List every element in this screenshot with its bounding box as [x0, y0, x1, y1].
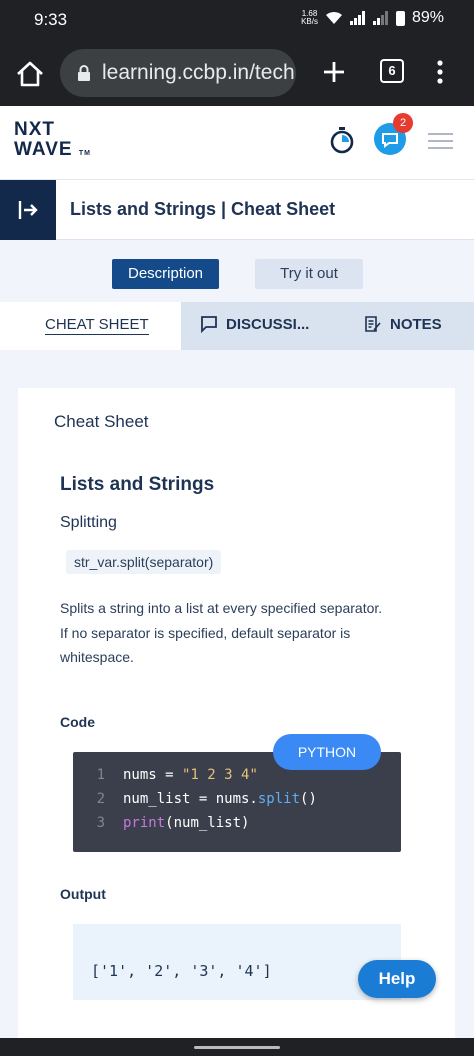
comment-icon [201, 316, 217, 333]
tab-discussions[interactable]: DISCUSSI... [200, 315, 309, 333]
code-text: print(num_list) [123, 815, 250, 831]
page-title-bar: Lists and Strings | Cheat Sheet [0, 180, 474, 240]
section-title: Lists and Strings [60, 474, 215, 495]
try-it-out-tab[interactable]: Try it out [255, 259, 363, 289]
code-line: 1 nums = "1 2 3 4" [73, 767, 401, 791]
status-bar: 9:33 1.68 KB/s 89% [0, 0, 474, 42]
stopwatch-icon[interactable] [329, 126, 355, 154]
description-text: Splits a string into a list at every spe… [60, 600, 383, 665]
code-text: num_list = nums.split() [123, 791, 317, 807]
hamburger-menu-icon[interactable] [428, 133, 453, 149]
signal-icon [349, 11, 365, 25]
notes-icon [365, 316, 381, 332]
network-speed: 1.68 KB/s [301, 9, 318, 26]
expand-sidebar-icon [18, 201, 38, 219]
battery-level: 89% [411, 9, 444, 26]
code-line: 3 print(num_list) [73, 815, 401, 839]
app-header: NXT WAVE TM 2 [0, 106, 474, 180]
sidebar-toggle-button[interactable] [0, 180, 56, 240]
gesture-handle[interactable] [194, 1046, 280, 1049]
code-label: Code [60, 714, 95, 730]
content-tabs: CHEAT SHEET DISCUSSI... NOTES [0, 302, 474, 350]
notification-badge: 2 [393, 113, 413, 133]
tab-switcher-button[interactable]: 6 [380, 59, 404, 83]
page-title: Lists and Strings | Cheat Sheet [70, 199, 336, 219]
code-text: nums = "1 2 3 4" [123, 767, 258, 783]
line-number: 1 [96, 767, 105, 783]
code-line: 2 num_list = nums.split() [73, 791, 401, 815]
home-icon[interactable] [14, 58, 46, 90]
address-bar[interactable]: learning.ccbp.in/tech [60, 49, 296, 97]
lock-icon [78, 65, 90, 81]
language-badge: PYTHON [273, 734, 381, 770]
tab-cheat-sheet[interactable]: CHEAT SHEET [0, 302, 181, 350]
tab-notes[interactable]: NOTES [364, 315, 442, 333]
description-tab[interactable]: Description [112, 259, 219, 289]
browser-toolbar: learning.ccbp.in/tech 6 [0, 42, 474, 106]
url-text: learning.ccbp.in/tech [102, 61, 295, 84]
system-nav-bar [0, 1038, 474, 1056]
cheat-sheet-heading: Cheat Sheet [54, 412, 149, 431]
new-tab-icon[interactable] [318, 56, 350, 88]
wifi-icon [325, 11, 342, 24]
line-number: 2 [96, 791, 105, 807]
cheat-sheet-card: Cheat Sheet Lists and Strings Splitting … [18, 388, 455, 1038]
help-button[interactable]: Help [358, 960, 436, 998]
syntax-inline-code: str_var.split(separator) [66, 550, 222, 574]
status-time: 9:33 [34, 10, 68, 29]
battery-icon [395, 10, 405, 26]
more-options-icon[interactable] [432, 58, 448, 86]
nxtwave-logo[interactable]: NXT WAVE TM [14, 120, 91, 164]
subsection-title: Splitting [60, 514, 117, 531]
output-label: Output [60, 886, 106, 902]
status-icons: 1.68 KB/s 89% [301, 9, 444, 27]
signal-icon-2 [372, 11, 388, 25]
output-block: ['1', '2', '3', '4'] [73, 924, 401, 1000]
line-number: 3 [96, 815, 105, 831]
